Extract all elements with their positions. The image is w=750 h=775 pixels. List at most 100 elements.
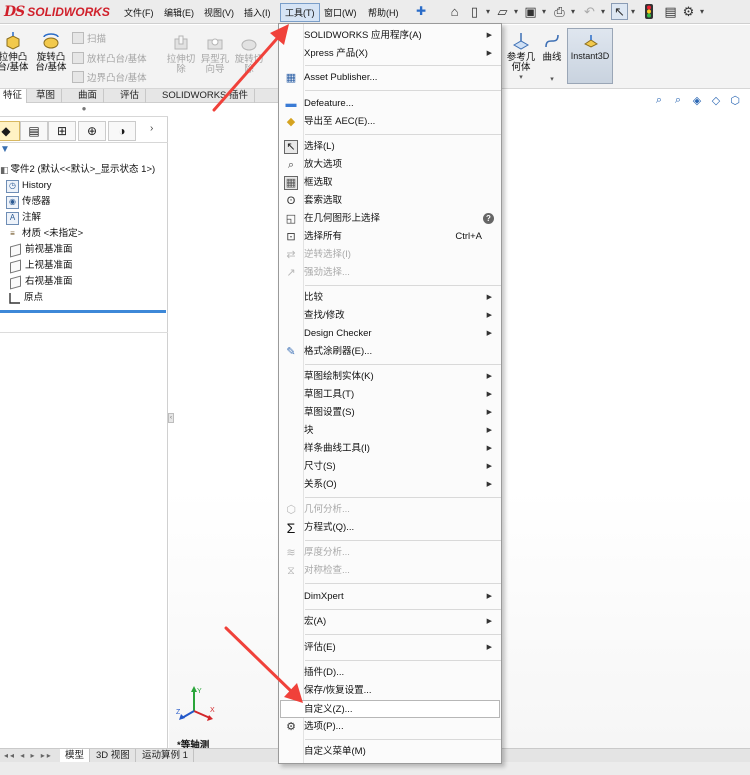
menu-item-magnified-selection[interactable]: ⌕ 放大选项 [280,156,500,174]
menu-item-compare[interactable]: 比较 ▶ [280,289,500,307]
menu-item-macro[interactable]: 宏(A) ▶ [280,613,500,631]
select-cursor-icon[interactable]: ↖ [611,3,628,20]
help-question-icon[interactable]: ? [483,213,494,224]
print-icon[interactable]: ⎙ [551,3,568,20]
home-icon[interactable]: ⌂ [446,3,463,20]
menu-help[interactable]: 帮助(H) [368,6,399,19]
view-orientation-icon[interactable]: ⬡ [728,93,742,107]
save-icon[interactable]: ▣ [522,3,539,20]
menu-item-spline-tools[interactable]: 样条曲线工具(I) ▶ [280,440,500,458]
curves-button[interactable]: 曲线 ▾ [538,31,566,85]
menu-item-power-select[interactable]: ↗ 强劲选择... [280,264,500,282]
instant3d-button[interactable]: Instant3D [567,28,613,84]
menu-item-geometry-analysis[interactable]: ⬡ 几何分析... [280,501,500,519]
chevron-down-icon[interactable]: ▾ [505,73,537,83]
menu-item-invert-selection[interactable]: ⇄ 逆转选择(I) [280,246,500,264]
zoom-to-fit-icon[interactable]: ⌕ [652,93,666,107]
menu-tools[interactable]: 工具(T) [280,3,320,22]
menu-item-options[interactable]: ⚙ 选项(P)... [280,718,500,736]
extrude-cut-button[interactable]: 拉伸切 除 [166,33,196,75]
filter-icon[interactable]: ▼ [0,144,10,155]
menu-item-dimxpert[interactable]: DimXpert ▶ [280,588,500,606]
menu-item-select[interactable]: ↖ 选择(L) [280,138,500,156]
panel-collapse-handle[interactable]: ‹ [168,413,174,423]
menu-insert[interactable]: 插入(I) [244,6,271,19]
undo-icon[interactable]: ↶ [581,3,598,20]
menu-item-blocks[interactable]: 块 ▶ [280,422,500,440]
configuration-manager-tab-icon[interactable]: ⊞ [48,121,76,141]
revolve-cut-button[interactable]: 旋转切 除 [234,33,264,75]
menu-edit[interactable]: 编辑(E) [164,6,194,19]
property-manager-tab-icon[interactable]: ▤ [20,121,48,141]
tab-evaluate[interactable]: 评估 [114,89,147,103]
menu-item-evaluate[interactable]: 评估(E) ▶ [280,639,500,657]
menu-item-find-modify[interactable]: 查找/修改 ▶ [280,307,500,325]
reference-geometry-button[interactable]: 参考几 何体 ▾ [505,31,537,83]
tab-motion-study[interactable]: 运动算例 1 [137,749,194,763]
extrude-boss-button[interactable]: 拉伸凸 台/基体 [0,31,32,73]
menu-item-select-all[interactable]: ⊡ 选择所有 Ctrl+A [280,228,500,246]
tree-item-top-plane[interactable]: 上视基准面 [10,258,73,274]
menu-view[interactable]: 视图(V) [204,6,234,19]
menu-item-customize-menu[interactable]: 自定义菜单(M) [280,743,500,761]
menu-item-save-restore-settings[interactable]: 保存/恢复设置... [280,682,500,700]
tree-item-sensors[interactable]: ◉ 传感器 [6,194,51,210]
tree-item-origin[interactable]: 原点 [8,290,43,306]
tree-item-front-plane[interactable]: 前视基准面 [10,242,73,258]
tab-solidworks-addins[interactable]: SOLIDWORKS 插件 [156,89,256,103]
menu-file[interactable]: 文件(F) [124,6,154,19]
chevron-down-icon[interactable]: ▾ [538,75,566,85]
pin-icon[interactable]: ✚ [416,4,426,18]
menu-item-defeature[interactable]: ▬ Defeature... [280,95,500,113]
tab-sketch[interactable]: 草图 [30,89,63,103]
tree-root[interactable]: ◧ 零件2 (默认<<默认>_显示状态 1>) [0,162,155,178]
tab-scroll-arrows-icon[interactable]: ◂◂ ◂ ▸ ▸▸ [4,751,53,760]
menu-item-xpress-products[interactable]: Xpress 产品(X) ▶ [280,45,500,63]
tab-features[interactable]: 特征 [0,89,27,103]
chevron-down-icon[interactable]: ▾ [484,3,492,20]
rebuild-options-icon[interactable]: ▤ [662,3,679,20]
chevron-down-icon[interactable]: ▾ [599,3,607,20]
menu-item-export-aec[interactable]: ◆ 导出至 AEC(E)... [280,113,500,131]
new-document-icon[interactable]: ▯ [466,3,483,20]
open-folder-icon[interactable]: ▱ [494,3,511,20]
feature-manager-grip[interactable]: ● [0,103,168,117]
tree-item-history[interactable]: ◷ History [6,178,52,194]
menu-item-format-painter[interactable]: ✎ 格式涂刷器(E)... [280,343,500,361]
menu-item-box-select[interactable]: ▦ 框选取 [280,174,500,192]
tree-item-right-plane[interactable]: 右视基准面 [10,274,73,290]
boundary-boss-button[interactable]: 边界凸台/基体 [72,70,147,84]
section-view-icon[interactable]: ◇ [709,93,723,107]
hole-wizard-button[interactable]: 异型孔 向导 [198,33,232,75]
menu-item-sketch-tools[interactable]: 草图工具(T) ▶ [280,386,500,404]
chevron-down-icon[interactable]: ▾ [512,3,520,20]
solidworks-logo[interactable]: DS SOLIDWORKS [4,4,110,20]
sweep-button[interactable]: 扫描 [72,31,106,45]
settings-gear-icon[interactable]: ⚙ [680,3,697,20]
tab-3d-views[interactable]: 3D 视图 [91,749,136,763]
menu-item-design-checker[interactable]: Design Checker ▶ [280,325,500,343]
menu-window[interactable]: 窗口(W) [324,6,357,19]
menu-item-add-ins[interactable]: 插件(D)... [280,664,500,682]
tree-item-annotations[interactable]: A 注解 [6,210,41,226]
menu-item-equations[interactable]: Σ 方程式(Q)... [280,519,500,537]
menu-item-asset-publisher[interactable]: ▦ Asset Publisher... [280,69,500,87]
chevron-down-icon[interactable]: ▾ [569,3,577,20]
dimxpert-tab-icon[interactable]: ⊕ [78,121,106,141]
menu-item-sketch-entities[interactable]: 草图绘制实体(K) ▶ [280,368,500,386]
display-manager-tab-icon[interactable]: ◑ [108,121,136,141]
previous-view-icon[interactable]: ◈ [690,93,704,107]
chevron-down-icon[interactable]: ▾ [629,3,637,20]
revolve-boss-button[interactable]: 旋转凸 台/基体 [32,31,70,73]
loft-button[interactable]: 放样凸台/基体 [72,51,147,65]
menu-item-thickness-analysis[interactable]: ≋ 厚度分析... [280,544,500,562]
menu-item-symmetry-check[interactable]: ⧖ 对称检查... [280,562,500,580]
menu-item-dimensions[interactable]: 尺寸(S) ▶ [280,458,500,476]
tree-item-material[interactable]: ≡ 材质 <未指定> [6,226,83,242]
traffic-light-icon[interactable] [640,3,657,20]
feature-tree-tab-icon[interactable]: ◆ [0,121,20,141]
tab-model[interactable]: 模型 [60,749,91,763]
tab-surfaces[interactable]: 曲面 [72,89,105,103]
menu-item-select-on-geometry[interactable]: ◱ 在几何图形上选择 ? [280,210,500,228]
menu-item-relations[interactable]: 关系(O) ▶ [280,476,500,494]
